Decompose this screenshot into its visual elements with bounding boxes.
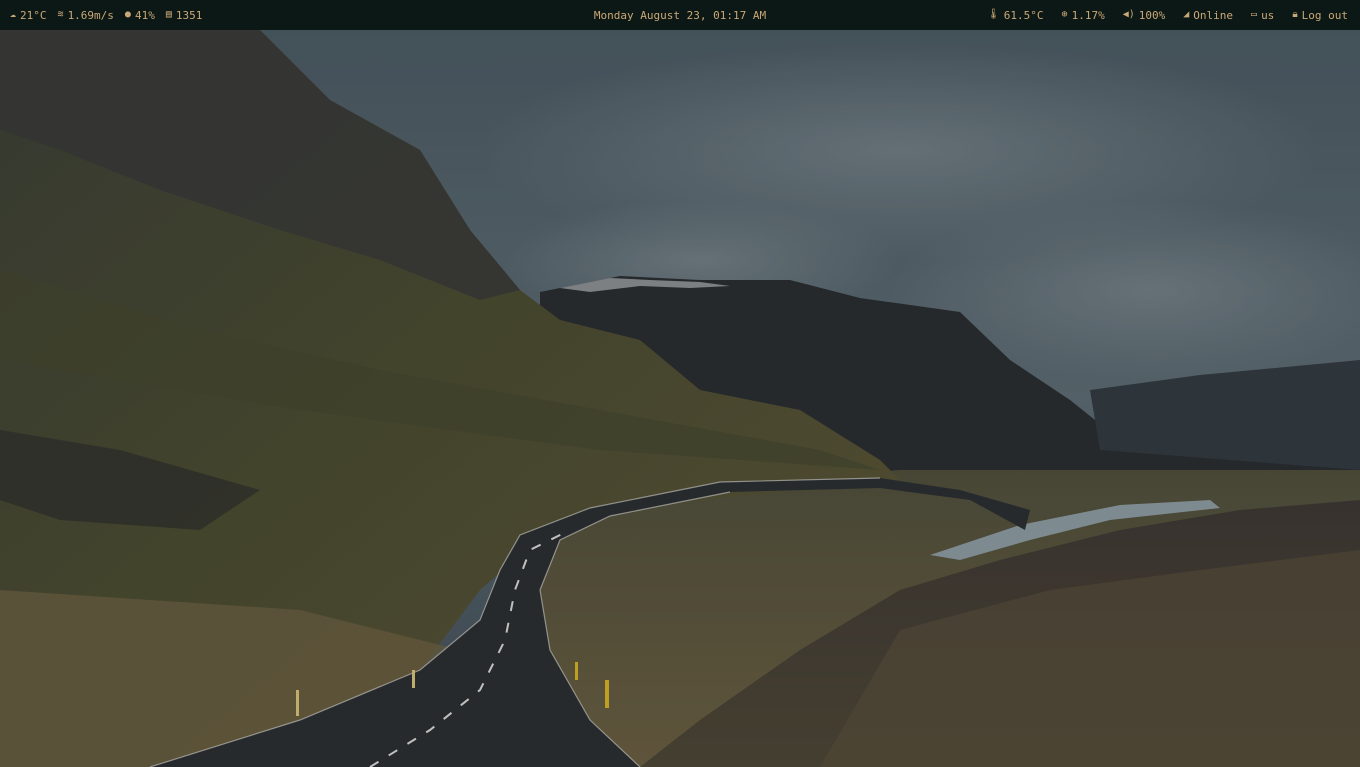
keyboard-layout-widget[interactable]: ▭ us [1251,9,1274,22]
weather-temperature: 21°C [20,8,47,22]
cpu-usage-value: 1.17% [1071,8,1105,22]
volume-value: 100% [1138,8,1166,22]
status-right-group: 🌡︎ 61.5°C ⊕ 1.17% ◀) 100% ◢ Online ▭ us … [969,0,1348,30]
cpu-usage-widget[interactable]: ⊕ 1.17% [1062,9,1105,22]
status-left-group: ☁ 21°C ≋ 1.69m/s ● 41% ▤ 1351 [10,0,213,30]
network-status: Online [1193,8,1234,22]
humidity-value: 41% [134,8,155,22]
clock-date[interactable]: Monday August 23, 01:17 AM [594,9,766,22]
logout-label: Log out [1301,8,1348,22]
wind-icon: ≋ [57,9,64,20]
cpu-temp-value: 61.5°C [1003,8,1044,22]
logout-button[interactable]: 🔒︎ Log out [1292,9,1348,22]
desktop-wallpaper [0,30,1360,767]
humidity-widget[interactable]: ● 41% [125,9,155,22]
cpu-icon: ⊕ [1061,9,1068,20]
cpu-temp-widget[interactable]: 🌡︎ 61.5°C [987,9,1043,22]
wind-speed: 1.69m/s [67,8,114,22]
speaker-icon: ◀) [1122,9,1135,20]
volume-widget[interactable]: ◀) 100% [1123,9,1166,22]
thermometer-icon: 🌡︎ [987,9,1000,20]
wifi-signal-icon: ◢ [1183,9,1190,20]
updates-widget[interactable]: ▤ 1351 [166,9,203,22]
network-widget[interactable]: ◢ Online [1183,9,1233,22]
wind-widget[interactable]: ≋ 1.69m/s [58,9,114,22]
keyboard-icon: ▭ [1251,9,1258,20]
weather-widget[interactable]: ☁ 21°C [10,9,47,22]
updates-count: 1351 [175,8,203,22]
keyboard-layout: us [1261,8,1275,22]
package-icon: ▤ [165,9,172,20]
lock-icon: 🔒︎ [1292,9,1298,20]
status-bar: ☁ 21°C ≋ 1.69m/s ● 41% ▤ 1351 Monday Aug… [0,0,1360,30]
cloud-icon: ☁ [10,9,17,20]
droplet-icon: ● [124,9,131,20]
